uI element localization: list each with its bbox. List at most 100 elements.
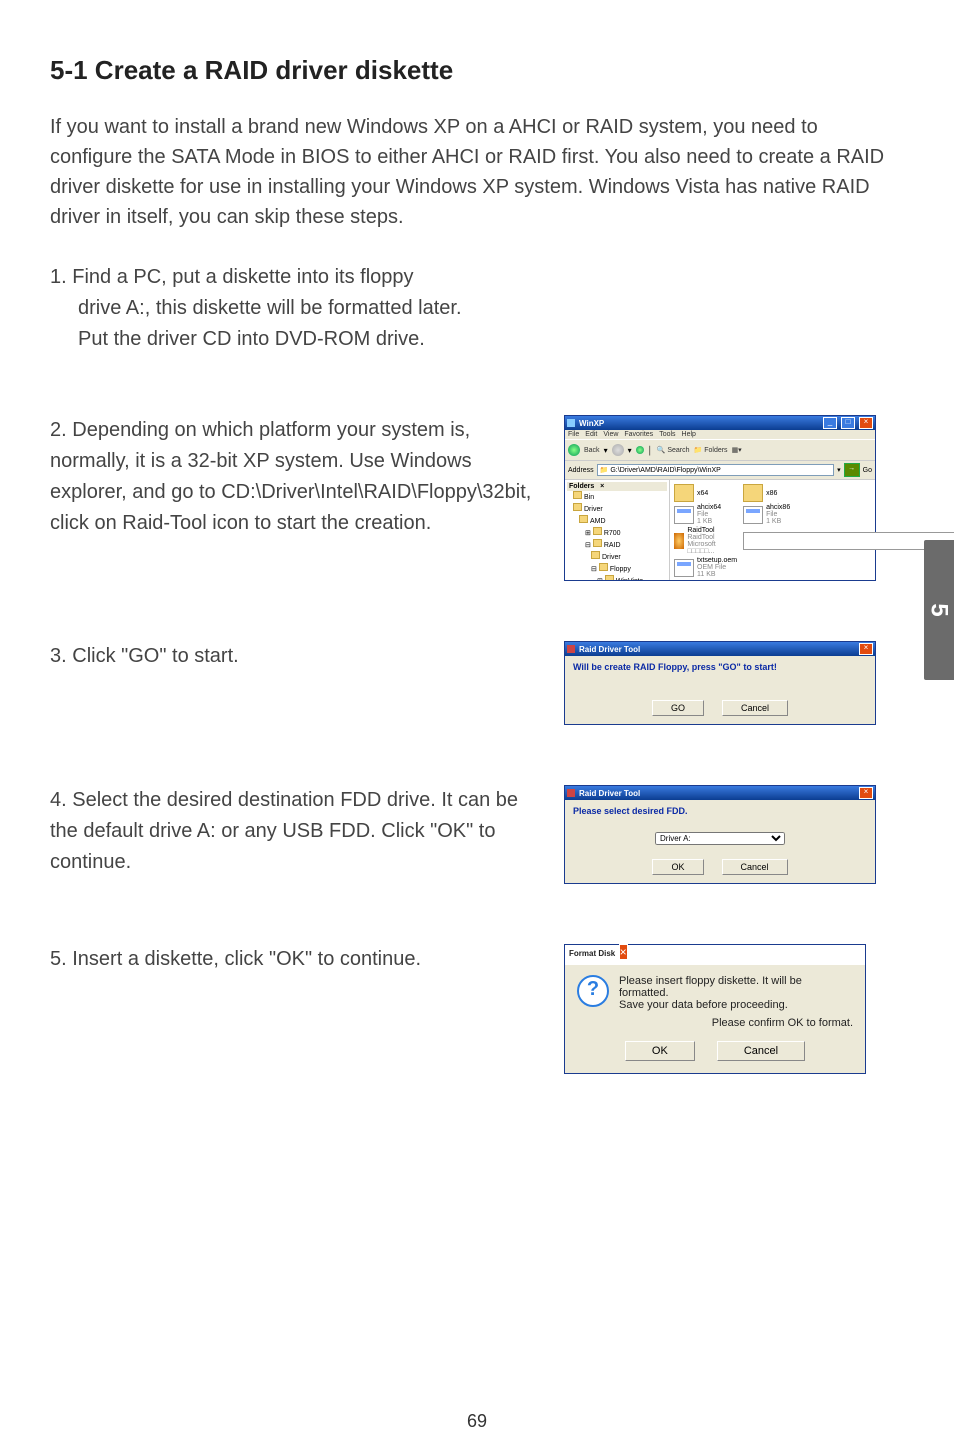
dialog-message-line: Please insert floppy diskette. It will b… [619, 975, 802, 999]
page-number: 69 [0, 1411, 954, 1432]
address-bar: Address 📁 G:\Driver\AMD\RAID\Floppy\WinX… [565, 461, 875, 480]
divider: │ [648, 446, 653, 455]
menu-item-tools[interactable]: Tools [659, 431, 675, 438]
forward-icon[interactable] [612, 444, 624, 456]
menu-item-edit[interactable]: Edit [585, 431, 597, 438]
txt-icon [743, 532, 954, 550]
menu-item-view[interactable]: View [603, 431, 618, 438]
tree-node: ⊞ WinVista [597, 575, 667, 580]
window-title: WinXP [579, 419, 819, 428]
minimize-button[interactable]: _ [823, 417, 837, 429]
step-text: Select the desired destination FDD drive… [50, 789, 518, 873]
window-titlebar[interactable]: Raid Driver Tool × [565, 642, 875, 656]
file-item[interactable]: readmeText Document2 KB [743, 527, 954, 555]
menu-item-file[interactable]: File [568, 431, 579, 438]
tree-node: ⊟ RAID Driver ⊟ Floppy ⊞ WinVista [585, 539, 667, 580]
step-1: 1. Find a PC, put a diskette into its fl… [50, 262, 904, 355]
explorer-window: WinXP _ □ × File Edit View Favorites Too… [564, 415, 876, 581]
window-title: Raid Driver Tool [579, 645, 855, 654]
toolbar: Back ▾ ▾ │ 🔍 Search 📁 Folders ▦▾ [565, 440, 875, 461]
tree-node: Driver [591, 551, 667, 563]
step-text: Depending on which platform your system … [50, 419, 531, 534]
views-button[interactable]: ▦▾ [732, 446, 742, 454]
folder-icon [567, 419, 575, 427]
file-item[interactable]: RaidToolRaidTool Microsoft □□□□□... [674, 527, 737, 555]
folders-pane-header: Folders × [567, 482, 667, 491]
cancel-button[interactable]: Cancel [717, 1041, 805, 1061]
address-label: Address [568, 467, 594, 474]
step-text-line: Put the driver CD into DVD-ROM drive. [50, 324, 540, 355]
tree-node: Driver AMD ⊞ R700 ⊟ RAID Driver [573, 503, 667, 580]
step-number: 4. [50, 789, 67, 811]
ok-button[interactable]: OK [652, 859, 703, 875]
cancel-button[interactable]: Cancel [722, 859, 788, 875]
go-button[interactable]: → [844, 463, 860, 477]
dialog-message: Will be create RAID Floppy, press "GO" t… [573, 662, 867, 672]
file-item[interactable]: txtsetup.oemOEM File11 KB [674, 557, 737, 578]
file-item[interactable]: x64 [674, 484, 737, 502]
app-icon [567, 789, 575, 797]
inf-icon [674, 506, 694, 524]
step-text: Insert a diskette, click "OK" to continu… [72, 948, 421, 970]
step-3: 3. Click "GO" to start. Raid Driver Tool… [50, 641, 904, 725]
inf-icon [674, 559, 694, 577]
fdd-drive-select[interactable]: Driver A: [655, 832, 785, 845]
tree-node: AMD ⊞ R700 ⊟ RAID Driver ⊟ Floppy [579, 515, 667, 580]
address-field[interactable]: 📁 G:\Driver\AMD\RAID\Floppy\WinXP [597, 464, 834, 476]
tree-node: Bin [573, 491, 667, 503]
inf-icon [743, 506, 763, 524]
back-icon[interactable] [568, 444, 580, 456]
file-list: x64 x86 ahcix64File1 KB ahcix86File1 KB … [670, 480, 954, 580]
close-button[interactable]: × [859, 643, 873, 655]
step-2: 2. Depending on which platform your syst… [50, 415, 904, 581]
intro-paragraph: If you want to install a brand new Windo… [50, 112, 904, 232]
window-titlebar[interactable]: Format Disk × [565, 945, 865, 965]
raid-tool-dialog-select: Raid Driver Tool × Please select desired… [564, 785, 876, 884]
raidtool-icon [674, 533, 684, 549]
file-item[interactable]: ahcix64File1 KB [674, 504, 737, 525]
tree-node: ⊞ R700 [585, 527, 667, 539]
ok-button[interactable]: OK [625, 1041, 695, 1061]
window-titlebar[interactable]: WinXP _ □ × [565, 416, 875, 430]
app-icon [567, 645, 575, 653]
window-titlebar[interactable]: Raid Driver Tool × [565, 786, 875, 800]
file-item[interactable]: x86 [743, 484, 954, 502]
search-button[interactable]: 🔍 Search [657, 446, 690, 454]
folder-tree[interactable]: Folders × Bin Driver AMD ⊞ R700 ⊟ RAID [565, 480, 670, 580]
step-number: 5. [50, 948, 67, 970]
close-button[interactable]: × [859, 787, 873, 799]
file-item[interactable]: ahcix86File1 KB [743, 504, 954, 525]
cancel-button[interactable]: Cancel [722, 700, 788, 716]
address-dropdown[interactable]: ▾ [837, 466, 841, 474]
close-button[interactable]: × [619, 944, 628, 960]
raid-tool-dialog-go: Raid Driver Tool × Will be create RAID F… [564, 641, 876, 725]
go-button[interactable]: GO [652, 700, 704, 716]
up-icon[interactable] [636, 446, 644, 454]
tree-node: ⊟ Floppy ⊞ WinVista ⊟ WinXP x64 [591, 563, 667, 580]
step-text-line: drive A:, this diskette will be formatte… [50, 293, 540, 324]
folders-button[interactable]: 📁 Folders [694, 446, 728, 454]
step-text-line: Find a PC, put a diskette into its flopp… [72, 266, 413, 288]
window-title: Format Disk [569, 949, 615, 958]
back-button[interactable]: Back [584, 447, 600, 454]
step-number: 2. [50, 419, 67, 441]
question-icon: ? [577, 975, 609, 1007]
go-label: Go [863, 467, 872, 474]
step-text: Click "GO" to start. [72, 645, 238, 667]
chapter-tab: 5 [924, 540, 954, 680]
maximize-button[interactable]: □ [841, 417, 855, 429]
step-4: 4. Select the desired destination FDD dr… [50, 785, 904, 884]
step-number: 3. [50, 645, 67, 667]
section-heading: 5-1 Create a RAID driver diskette [50, 55, 904, 86]
menu-item-favorites[interactable]: Favorites [624, 431, 653, 438]
format-disk-dialog: Format Disk × ? Please insert floppy dis… [564, 944, 866, 1074]
close-button[interactable]: × [859, 417, 873, 429]
step-5: 5. Insert a diskette, click "OK" to cont… [50, 944, 904, 1074]
menu-item-help[interactable]: Help [682, 431, 696, 438]
dialog-confirm-line: Please confirm OK to format. [619, 1017, 853, 1029]
window-title: Raid Driver Tool [579, 789, 855, 798]
menu-bar: File Edit View Favorites Tools Help [565, 430, 875, 440]
step-number: 1. [50, 266, 67, 288]
folder-icon [743, 484, 763, 502]
dialog-message: Please select desired FDD. [573, 806, 867, 816]
